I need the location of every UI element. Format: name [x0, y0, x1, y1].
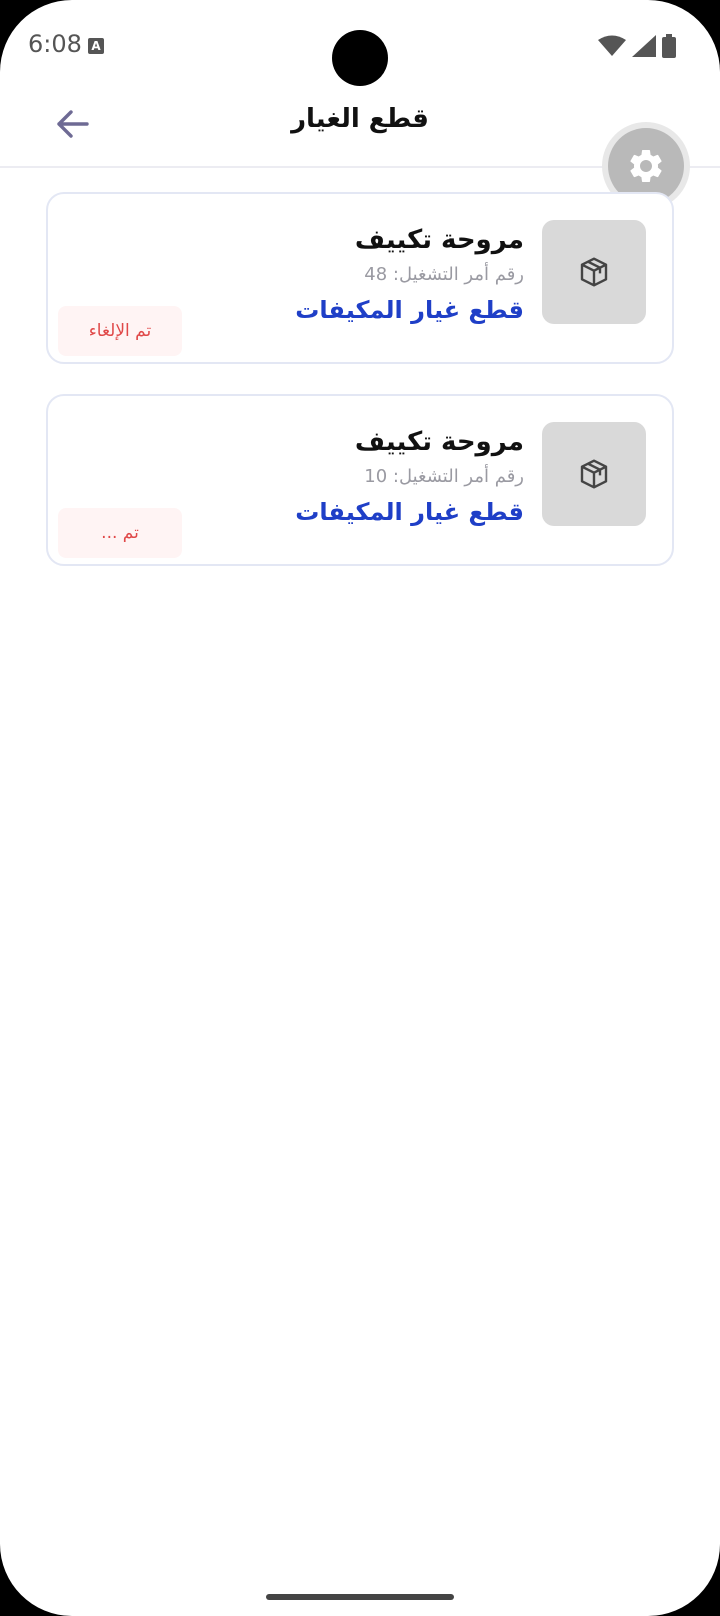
box-icon — [580, 459, 608, 489]
camera-cutout — [332, 30, 388, 86]
item-name: مروحة تكييف — [354, 225, 524, 255]
page-title: قطع الغيار — [291, 104, 429, 134]
status-bar: 6:08 A — [0, 0, 720, 96]
box-icon — [580, 257, 608, 287]
status-badge: تم ... — [58, 508, 182, 558]
work-order-number: رقم أمر التشغيل: 48 — [364, 264, 524, 285]
home-indicator[interactable] — [266, 1594, 454, 1600]
status-time: 6:08 — [28, 30, 82, 58]
wifi-icon — [598, 35, 626, 56]
gear-icon — [630, 150, 662, 182]
item-category: قطع غيار المكيفات — [295, 498, 524, 526]
status-icons — [598, 34, 676, 58]
item-thumbnail — [542, 422, 646, 526]
item-thumbnail — [542, 220, 646, 324]
item-category: قطع غيار المكيفات — [295, 296, 524, 324]
work-order-number: رقم أمر التشغيل: 10 — [364, 466, 524, 487]
card-text: مروحة تكييف رقم أمر التشغيل: 48 قطع غيار… — [295, 222, 524, 328]
signal-icon — [632, 35, 656, 57]
status-badge: تم الإلغاء — [58, 306, 182, 356]
phone-screen: 6:08 A قطع الغيار مروحة تكييف رقم أمر ال… — [0, 0, 720, 1616]
item-name: مروحة تكييف — [354, 427, 524, 457]
card-text: مروحة تكييف رقم أمر التشغيل: 10 قطع غيار… — [295, 424, 524, 530]
spare-part-card[interactable]: مروحة تكييف رقم أمر التشغيل: 48 قطع غيار… — [46, 192, 674, 364]
spare-part-card[interactable]: مروحة تكييف رقم أمر التشغيل: 10 قطع غيار… — [46, 394, 674, 566]
battery-icon — [662, 34, 676, 58]
notification-icon: A — [88, 38, 104, 54]
